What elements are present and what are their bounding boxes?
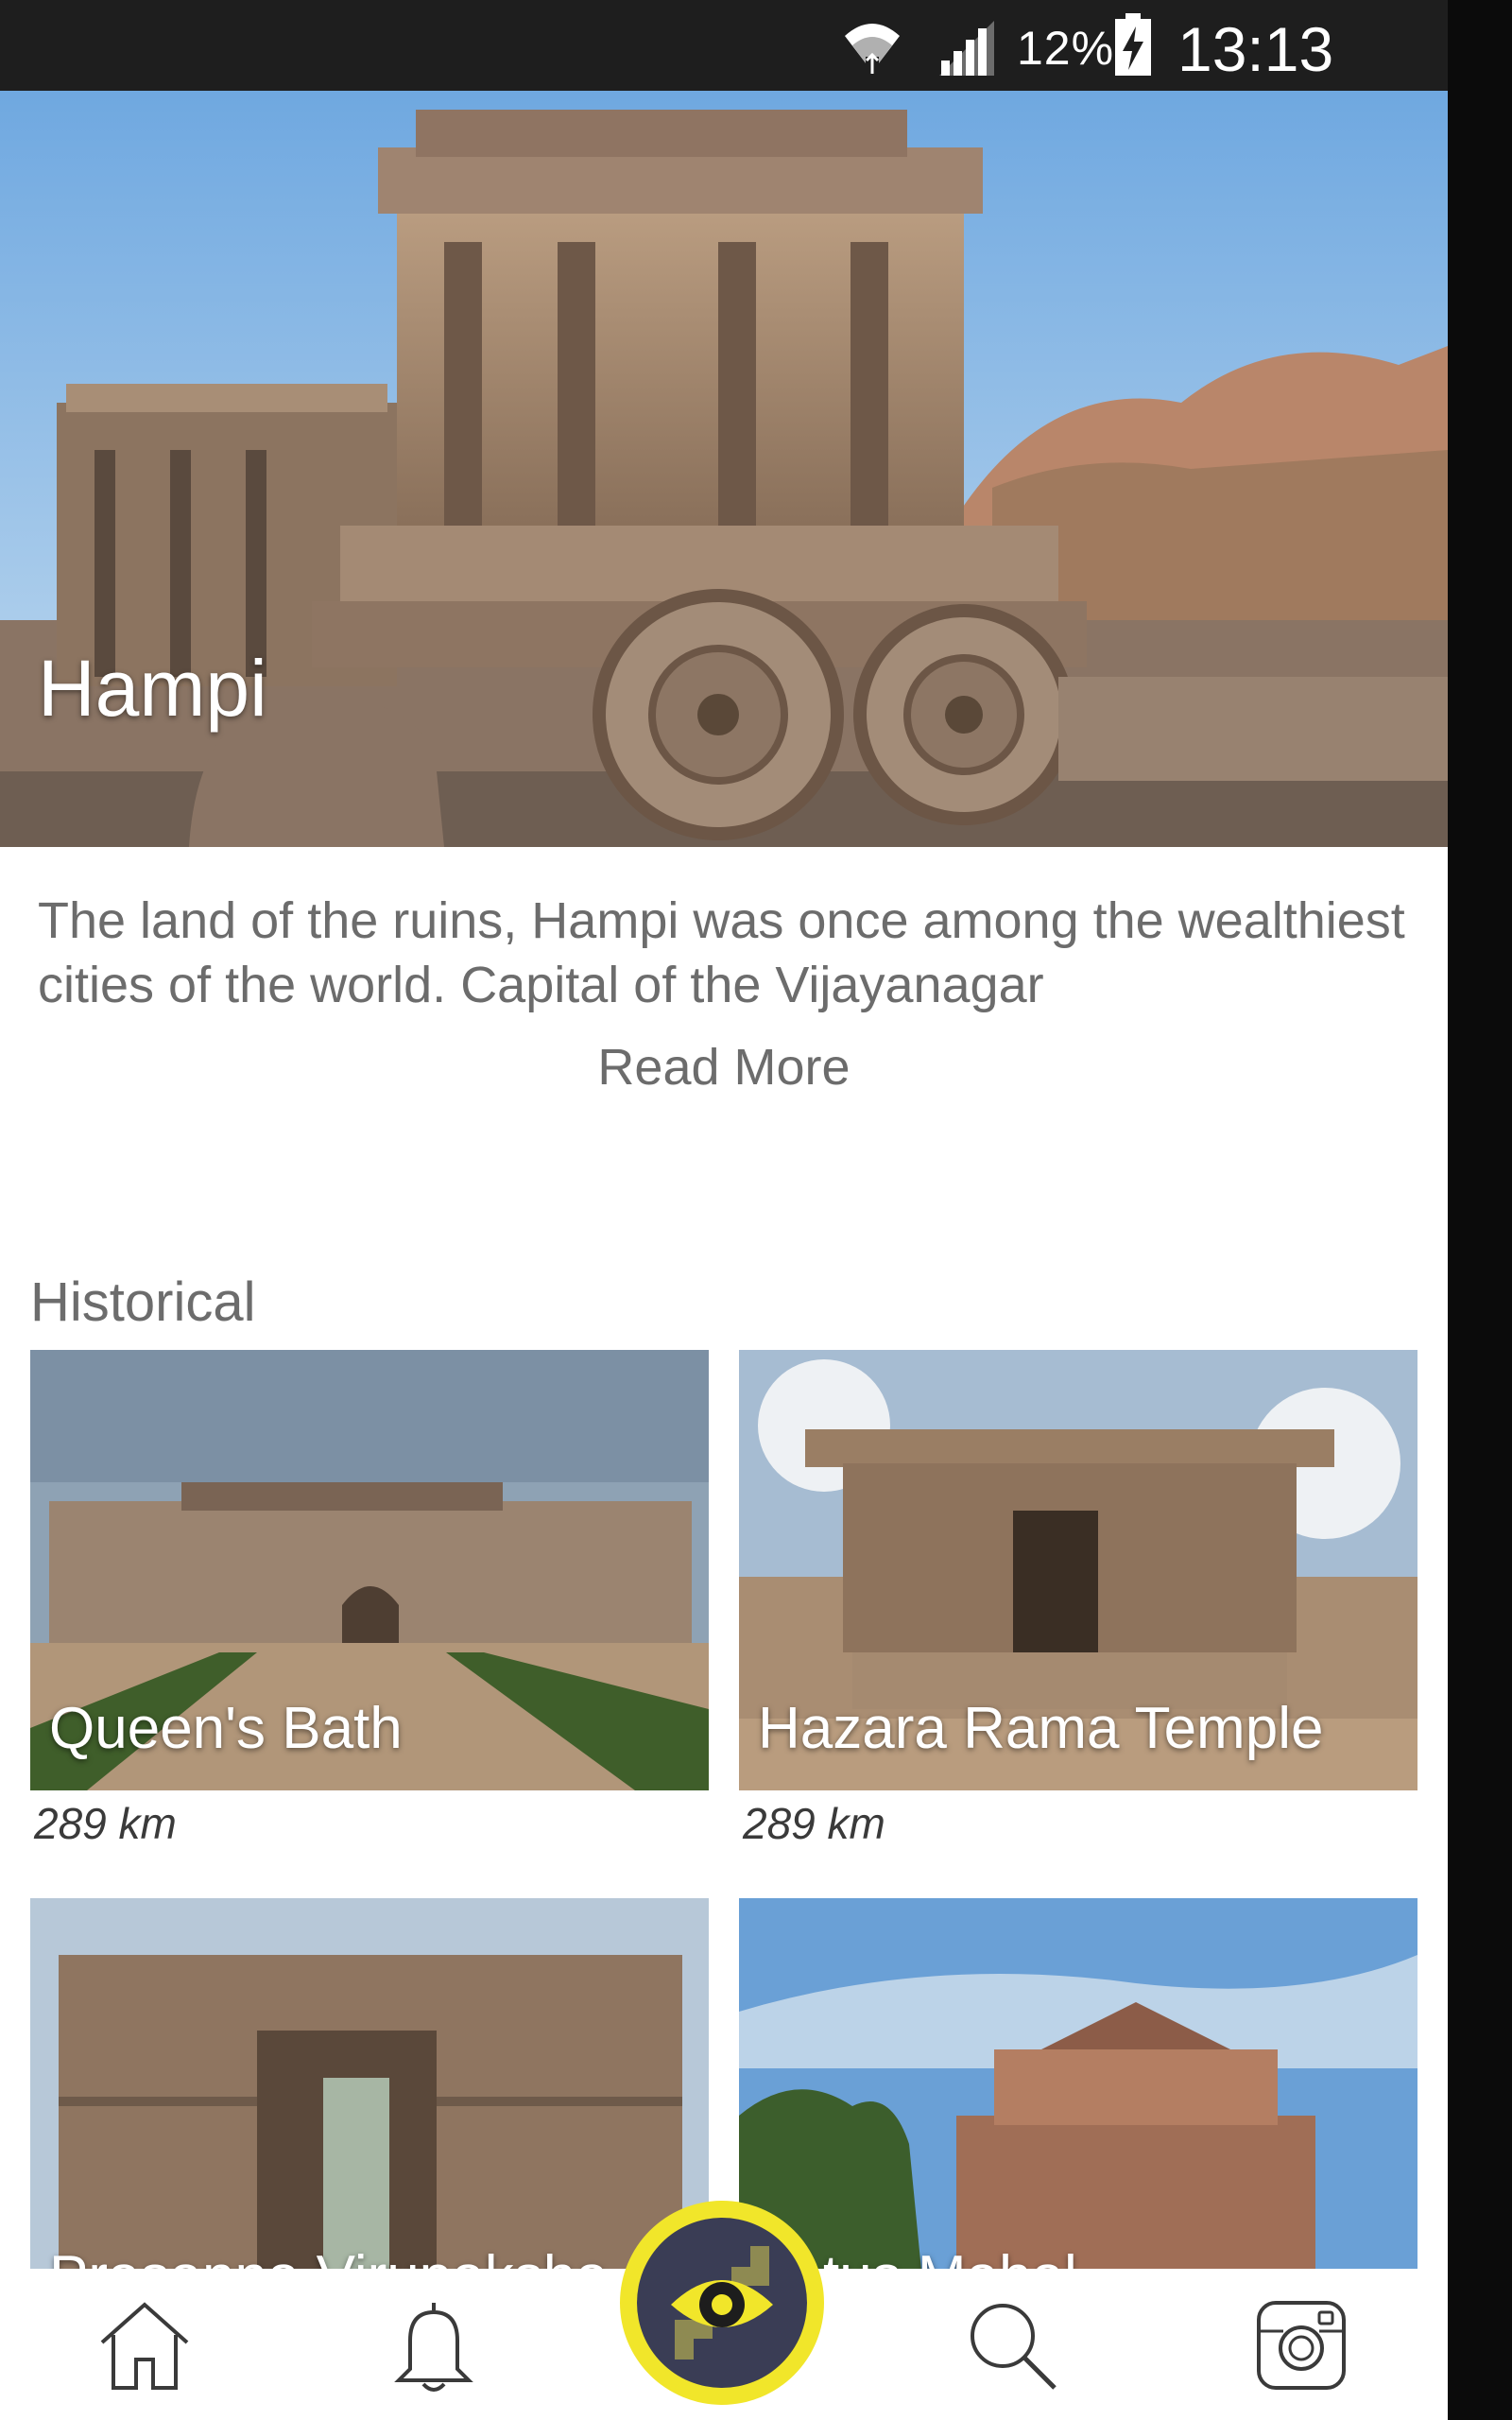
place-card[interactable]: Hazara Rama Temple 289 km (739, 1350, 1418, 1849)
battery-percent: 12% (1017, 22, 1115, 75)
place-distance: 289 km (34, 1799, 177, 1848)
battery-charging-icon (1115, 13, 1151, 76)
app-screen: 12% 13:13 Hampi The land of the ruins, H… (0, 0, 1448, 2420)
eye-icon (671, 2246, 773, 2360)
place-card[interactable]: Queen's Bath 289 km (30, 1350, 709, 1849)
hero-title: Hampi (38, 644, 267, 733)
screen-edge (1448, 0, 1512, 2420)
place-image: Queen's Bath (30, 1350, 709, 1790)
hero-banner: Hampi (0, 91, 1448, 847)
bell-icon[interactable] (382, 2293, 486, 2397)
place-name: Hazara Rama Temple (758, 1696, 1324, 1761)
status-bar: 12% 13:13 (0, 0, 1448, 91)
place-distance: 289 km (743, 1799, 885, 1848)
read-more-button[interactable]: Read More (0, 1038, 1448, 1097)
search-icon[interactable] (960, 2293, 1064, 2397)
place-image: Hazara Rama Temple (739, 1350, 1418, 1790)
place-description: The land of the ruins, Hampi was once am… (38, 892, 1405, 1013)
scan-button-face (637, 2218, 807, 2388)
clock: 13:13 (1177, 14, 1334, 84)
instagram-icon[interactable] (1249, 2293, 1353, 2397)
wifi-icon (845, 24, 900, 76)
home-icon[interactable] (93, 2293, 197, 2397)
section-title: Historical (30, 1271, 256, 1333)
place-name: Queen's Bath (49, 1696, 403, 1761)
signal-icon (939, 21, 994, 76)
scan-button[interactable] (620, 2201, 824, 2405)
